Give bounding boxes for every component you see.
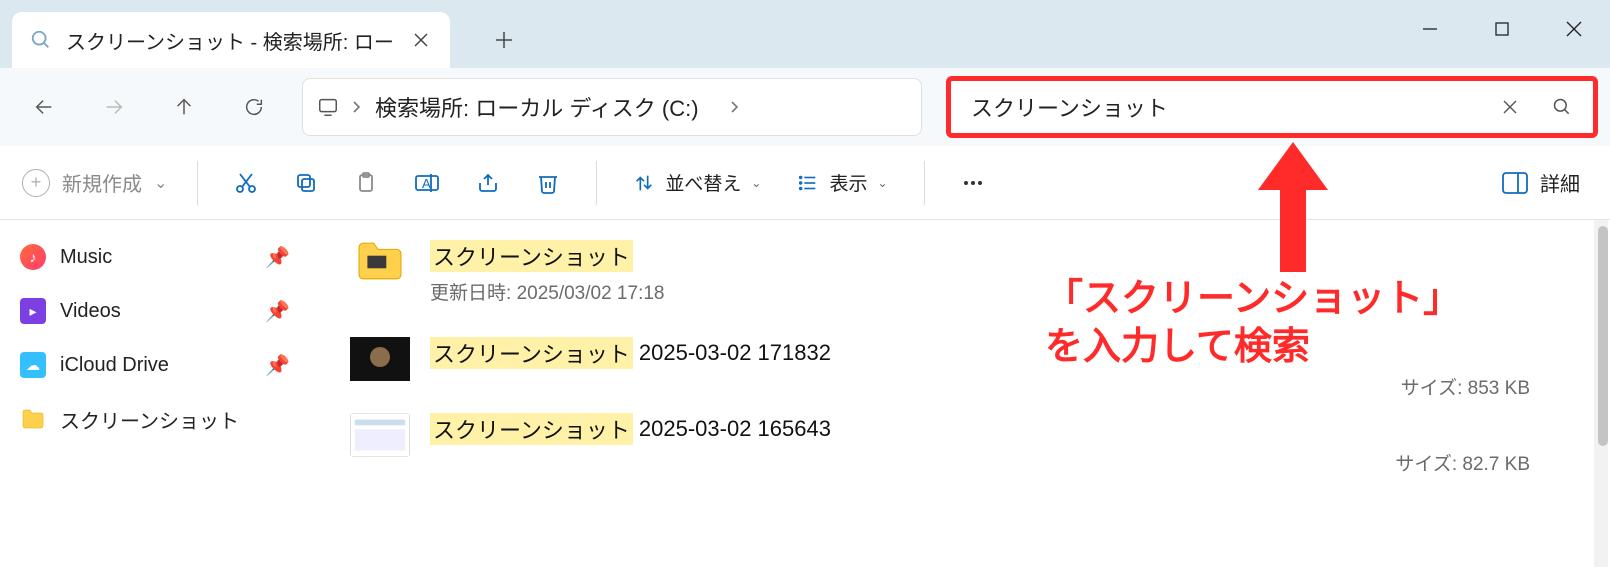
refresh-button[interactable] — [222, 79, 286, 135]
music-icon: ♪ — [20, 244, 46, 270]
new-button[interactable]: + 新規作成 ⌄ — [16, 168, 179, 197]
search-button[interactable] — [1541, 86, 1583, 128]
scrollbar-thumb[interactable] — [1598, 226, 1608, 446]
result-size: サイズ: 82.7 KB — [1395, 449, 1530, 476]
sidebar-item-label: iCloud Drive — [60, 354, 169, 377]
search-icon — [30, 29, 52, 51]
sidebar-item-label: Videos — [60, 300, 121, 323]
pc-icon — [317, 96, 339, 118]
svg-text:A: A — [422, 176, 431, 191]
close-button[interactable] — [1538, 0, 1610, 58]
more-button[interactable] — [943, 159, 1003, 207]
paste-button[interactable] — [336, 159, 396, 207]
details-pane-button[interactable]: 詳細 — [1488, 168, 1594, 197]
chevron-down-icon: ⌄ — [154, 173, 167, 193]
sort-button[interactable]: 並べ替え ⌄ — [615, 159, 779, 207]
folder-icon — [350, 240, 410, 284]
separator — [596, 161, 597, 205]
search-box[interactable]: スクリーンショット — [946, 76, 1598, 138]
folder-icon — [20, 406, 46, 432]
view-label: 表示 — [829, 169, 867, 196]
sort-label: 並べ替え — [665, 169, 741, 196]
title-bar: スクリーンショット - 検索場所: ロー — [0, 0, 1610, 68]
sidebar-item-videos[interactable]: ▸ Videos 📌 — [8, 284, 302, 338]
result-subtitle: 更新日時: 2025/03/02 17:18 — [430, 278, 664, 305]
tab-title: スクリーンショット - 検索場所: ロー — [66, 26, 394, 55]
address-bar[interactable]: 検索場所: ローカル ディスク (C:) — [302, 78, 922, 136]
chevron-down-icon: ⌄ — [878, 176, 888, 190]
cloud-icon: ☁ — [20, 352, 46, 378]
copy-button[interactable] — [276, 159, 336, 207]
result-title: スクリーンショット 2025-03-02 171832 — [430, 337, 831, 369]
tab-close-button[interactable] — [408, 27, 434, 53]
toolbar: + 新規作成 ⌄ A 並べ替え ⌄ 表示 ⌄ 詳細 — [0, 146, 1610, 220]
delete-button[interactable] — [518, 159, 578, 207]
cut-button[interactable] — [216, 159, 276, 207]
new-label: 新規作成 — [62, 168, 142, 197]
search-input[interactable]: スクリーンショット — [971, 91, 1479, 123]
address-text: 検索場所: ローカル ディスク (C:) — [375, 91, 699, 123]
up-button[interactable] — [152, 79, 216, 135]
search-wrap: スクリーンショット — [946, 76, 1598, 138]
pin-icon[interactable]: 📌 — [265, 353, 290, 378]
active-tab[interactable]: スクリーンショット - 検索場所: ロー — [12, 12, 450, 68]
separator — [924, 161, 925, 205]
view-button[interactable]: 表示 ⌄ — [779, 159, 905, 207]
forward-button[interactable] — [82, 79, 146, 135]
body: ♪ Music 📌 ▸ Videos 📌 ☁ iCloud Drive 📌 スク… — [0, 220, 1610, 567]
chevron-right-icon[interactable] — [351, 101, 363, 113]
chevron-right-icon[interactable] — [729, 101, 741, 113]
video-icon: ▸ — [20, 298, 46, 324]
clear-search-button[interactable] — [1489, 86, 1531, 128]
nav-row: 検索場所: ローカル ディスク (C:) スクリーンショット — [0, 68, 1610, 146]
separator — [197, 161, 198, 205]
chevron-down-icon: ⌄ — [751, 176, 761, 190]
share-button[interactable] — [458, 159, 518, 207]
sidebar-item-music[interactable]: ♪ Music 📌 — [8, 230, 302, 284]
back-button[interactable] — [12, 79, 76, 135]
result-size: サイズ: 853 KB — [1401, 373, 1530, 400]
pin-icon[interactable]: 📌 — [265, 299, 290, 324]
result-title: スクリーンショット — [430, 240, 664, 272]
sidebar-item-screenshots[interactable]: スクリーンショット — [8, 392, 302, 446]
window-controls — [1394, 0, 1610, 58]
result-item[interactable]: スクリーンショット 2025-03-02 165643 サイズ: 82.7 KB — [350, 403, 1590, 479]
sidebar-item-label: Music — [60, 246, 112, 269]
sidebar-item-icloud[interactable]: ☁ iCloud Drive 📌 — [8, 338, 302, 392]
rename-button[interactable]: A — [396, 159, 458, 207]
image-thumbnail — [350, 337, 410, 381]
result-item[interactable]: スクリーンショット 更新日時: 2025/03/02 17:18 — [350, 230, 1590, 327]
sidebar: ♪ Music 📌 ▸ Videos 📌 ☁ iCloud Drive 📌 スク… — [0, 220, 310, 567]
details-label: 詳細 — [1540, 168, 1580, 197]
pin-icon[interactable]: 📌 — [265, 245, 290, 270]
results-list: スクリーンショット 更新日時: 2025/03/02 17:18 スクリーンショ… — [310, 220, 1610, 567]
maximize-button[interactable] — [1466, 0, 1538, 58]
new-tab-button[interactable] — [480, 16, 528, 64]
result-item[interactable]: スクリーンショット 2025-03-02 171832 サイズ: 853 KB — [350, 327, 1590, 403]
result-title: スクリーンショット 2025-03-02 165643 — [430, 413, 831, 445]
image-thumbnail — [350, 413, 410, 457]
minimize-button[interactable] — [1394, 0, 1466, 58]
sidebar-item-label: スクリーンショット — [60, 405, 239, 434]
plus-icon: + — [22, 169, 50, 197]
